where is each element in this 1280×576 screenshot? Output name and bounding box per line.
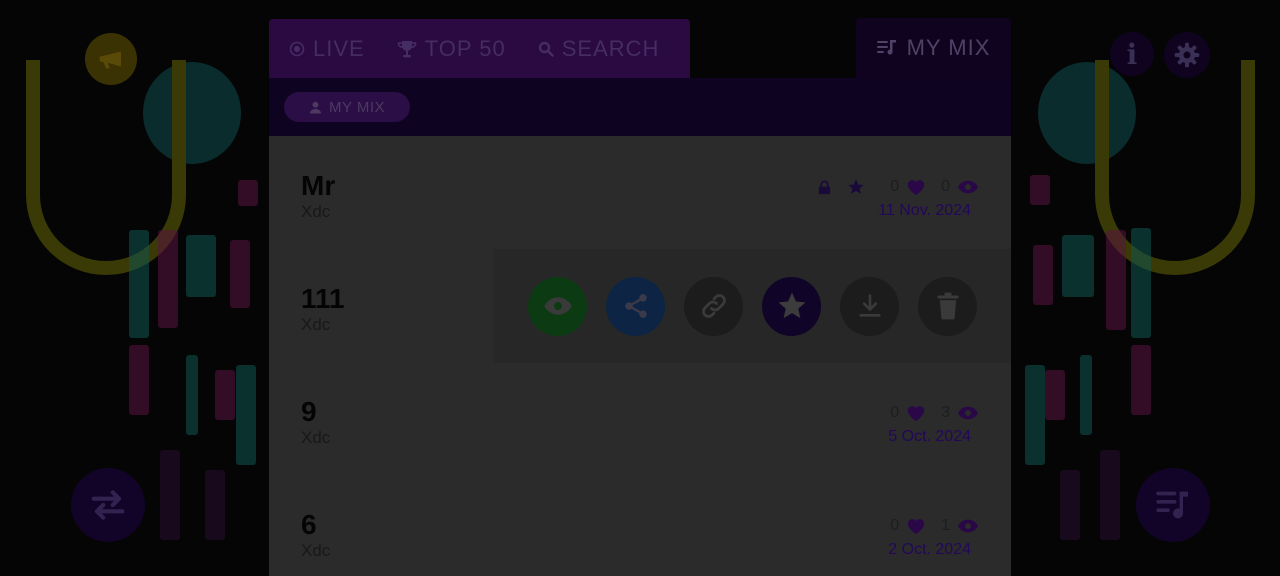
download-icon — [858, 294, 881, 317]
list-item[interactable]: 9 Xdc 0 3 5 Oct. 2024 — [269, 362, 1011, 475]
eye-icon — [543, 297, 572, 315]
lock-icon — [819, 180, 831, 194]
likes-count: 0 — [890, 178, 900, 195]
link-icon — [701, 294, 726, 318]
tab-top50[interactable]: TOP 50 — [397, 36, 506, 62]
info-button[interactable]: i — [1110, 32, 1154, 76]
delete-button[interactable] — [918, 276, 977, 336]
feature-button[interactable] — [762, 276, 821, 336]
swap-button[interactable] — [71, 468, 145, 542]
mix-artist: Xdc — [301, 315, 331, 334]
star-icon — [848, 179, 864, 194]
mix-date: 11 Nov. 2024 — [878, 202, 971, 219]
likes-count: 0 — [890, 517, 900, 534]
visualizer-bar — [1030, 175, 1050, 205]
heart-icon — [907, 406, 925, 422]
visualizer-bar — [1025, 365, 1045, 465]
mix-artist: Xdc — [301, 541, 331, 560]
visualizer-bar — [1080, 355, 1092, 435]
star-icon — [778, 292, 805, 319]
mix-title: 6 — [301, 509, 317, 540]
visualizer-bar — [236, 365, 256, 465]
mix-title: 111 — [301, 283, 345, 314]
share-icon — [624, 294, 647, 318]
views-count: 1 — [941, 517, 950, 534]
mix-title: Mr — [301, 170, 336, 201]
mix-stats: 0 0 — [817, 178, 979, 196]
visualizer-bar — [1131, 228, 1151, 338]
visualizer-bar — [1062, 235, 1094, 297]
queue-button[interactable] — [1136, 468, 1210, 542]
share-button[interactable] — [606, 276, 665, 336]
mix-list: Mr Xdc 0 0 11 Nov. 2024 111 Xdc 9 Xdc 0 … — [269, 136, 1011, 576]
tab-live[interactable]: LIVE — [289, 36, 365, 62]
playlist-icon — [876, 40, 896, 55]
likes-count: 0 — [890, 404, 900, 421]
mix-date: 2 Oct. 2024 — [888, 541, 971, 558]
filter-bar: MY MIX — [269, 78, 1011, 136]
tab-bar: LIVE TOP 50 SEARCH MY MIX — [269, 18, 1011, 78]
visualizer-bar — [129, 345, 149, 415]
visualizer-bar — [1045, 370, 1065, 420]
visualizer-bar — [186, 235, 216, 297]
views-count: 3 — [941, 404, 950, 421]
mix-stats: 0 1 — [890, 517, 979, 535]
my-mix-chip[interactable]: MY MIX — [284, 92, 410, 122]
view-button[interactable] — [528, 276, 587, 336]
mix-panel: LIVE TOP 50 SEARCH MY MIX MY MIX Mr Xdc — [269, 18, 1011, 576]
chip-label: MY MIX — [328, 98, 386, 116]
views-count: 0 — [941, 178, 950, 195]
list-item[interactable]: Mr Xdc 0 0 11 Nov. 2024 — [269, 136, 1011, 249]
visualizer-bar — [1060, 470, 1080, 540]
mix-artist: Xdc — [301, 428, 331, 447]
settings-button[interactable] — [1164, 32, 1210, 78]
tab-label: LIVE — [313, 35, 365, 61]
copy-link-button[interactable] — [684, 276, 743, 336]
visualizer-bar — [129, 230, 149, 338]
swap-arrows-icon — [91, 490, 125, 520]
mix-artist: Xdc — [301, 202, 331, 221]
mix-date: 5 Oct. 2024 — [888, 428, 971, 445]
trophy-icon — [397, 40, 417, 57]
list-item[interactable]: 6 Xdc 0 1 2 Oct. 2024 — [269, 475, 1011, 576]
row-actions-bar — [493, 249, 1011, 363]
eye-icon — [957, 406, 979, 420]
tab-my-mix[interactable]: MY MIX — [856, 18, 1011, 78]
visualizer-bar — [215, 370, 235, 420]
visualizer-bar — [1106, 230, 1126, 330]
visualizer-bar — [238, 180, 258, 206]
user-icon — [309, 101, 322, 114]
info-icon: i — [1126, 37, 1138, 71]
visualizer-bar — [1100, 450, 1120, 540]
visualizer-bar — [230, 240, 250, 308]
eye-icon — [957, 180, 979, 194]
tab-search[interactable]: SEARCH — [538, 36, 660, 62]
gear-icon — [1174, 42, 1200, 68]
mix-stats: 0 3 — [890, 404, 979, 422]
megaphone-icon — [99, 51, 121, 69]
trash-icon — [937, 292, 958, 320]
visualizer-bar — [186, 355, 198, 435]
mix-title: 9 — [301, 396, 317, 427]
visualizer-bar — [158, 230, 178, 328]
tab-label: MY MIX — [906, 35, 991, 60]
search-icon — [538, 41, 554, 57]
visualizer-bar — [1033, 245, 1053, 305]
download-button[interactable] — [840, 276, 899, 336]
heart-icon — [907, 519, 925, 535]
playlist-music-icon — [1156, 491, 1188, 519]
eye-icon — [957, 519, 979, 533]
heart-icon — [907, 180, 925, 196]
tab-group: LIVE TOP 50 SEARCH — [269, 19, 690, 78]
tab-label: TOP 50 — [424, 35, 506, 61]
visualizer-bar — [160, 450, 180, 540]
tab-label: SEARCH — [561, 35, 660, 61]
radio-target-icon — [289, 41, 305, 56]
visualizer-bar — [1131, 345, 1151, 415]
visualizer-bar — [205, 470, 225, 540]
logo-button[interactable] — [85, 33, 137, 85]
